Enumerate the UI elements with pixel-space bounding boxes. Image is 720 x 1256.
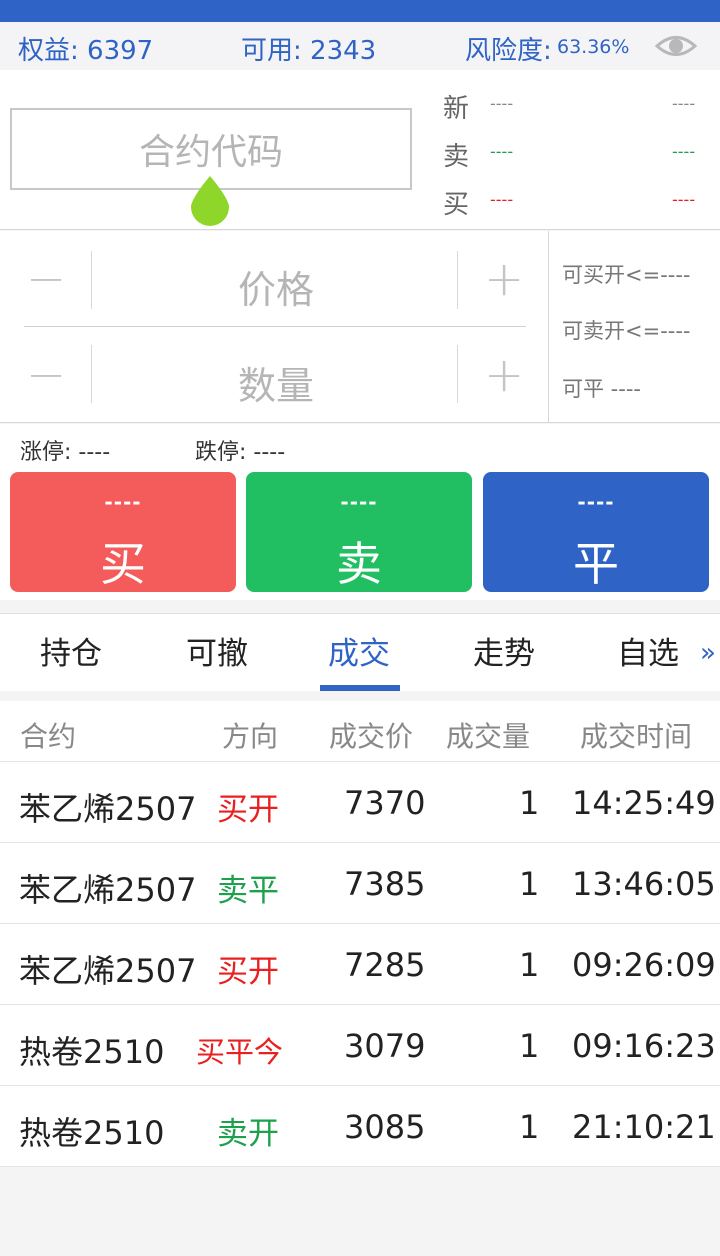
header-contract: 合约 [20,720,77,753]
sell-button[interactable]: ---- 卖 [246,472,472,592]
equity-text: 权益: 6397 [18,36,154,66]
quote-bid-right: ---- [672,190,696,209]
qty-minus-button[interactable]: − [26,351,66,399]
cell-qty: 1 [519,946,540,984]
divider [457,251,458,309]
can-close-text: 可平 ---- [562,377,641,401]
cell-time: 21:10:21 [572,1108,716,1146]
tab-positions[interactable]: 持仓 [40,628,102,673]
quote-label-bid: 买 [443,190,470,220]
cell-price: 7370 [344,784,426,822]
quote-panel: 合约代码 新 ---- ---- 卖 ---- ---- 买 ---- ---- [0,70,720,230]
cell-contract: 苯乙烯2507 [19,871,197,909]
tab-watchlist[interactable]: 自选 [617,628,679,673]
tab-trades[interactable]: 成交 [328,628,390,673]
top-bar [0,0,720,22]
cell-qty: 1 [519,1027,540,1065]
divider [91,345,92,403]
eye-icon[interactable] [654,28,698,64]
trades-table: 合约 方向 成交价 成交量 成交时间 苯乙烯2507 买开 7370 1 14:… [0,701,720,1167]
close-price: ---- [577,490,615,514]
quote-label-last: 新 [443,94,470,124]
divider [24,326,526,327]
header-qty: 成交量 [446,720,531,753]
available-volume-panel: 可买开<=---- 可卖开<=---- 可平 ---- [550,231,720,423]
table-row[interactable]: 热卷2510 买平今 3079 1 09:16:23 [0,1005,720,1086]
price-limits: 涨停: ---- 跌停: ---- [0,424,720,466]
table-row[interactable]: 苯乙烯2507 买开 7370 1 14:25:49 [0,762,720,843]
cell-direction: 买开 [217,792,279,828]
cell-contract: 热卷2510 [19,1033,165,1071]
cell-contract: 热卷2510 [19,1114,165,1152]
buy-price: ---- [104,490,142,514]
cell-contract: 苯乙烯2507 [19,790,197,828]
header-time: 成交时间 [580,720,693,753]
table-row[interactable]: 苯乙烯2507 买开 7285 1 09:26:09 [0,924,720,1005]
table-row[interactable]: 苯乙烯2507 卖平 7385 1 13:46:05 [0,843,720,924]
limit-down-text: 跌停: ---- [195,440,286,465]
sell-label: 卖 [336,537,382,591]
drag-handle-icon[interactable] [189,174,231,226]
cell-time: 09:26:09 [572,946,716,984]
available-text: 可用: 2343 [241,36,377,66]
price-plus-button[interactable]: + [484,255,524,303]
cell-direction: 买开 [217,954,279,990]
price-qty-panel: − 价格 + − 数量 + [0,231,549,423]
sell-price: ---- [340,490,378,514]
cell-contract: 苯乙烯2507 [19,952,197,990]
quote-ask-right: ---- [672,142,696,161]
risk-value: 63.36% [557,36,630,58]
more-tabs-icon[interactable]: » [700,638,716,668]
cell-direction: 买平今 [196,1035,284,1069]
cell-time: 14:25:49 [572,784,716,822]
qty-plus-button[interactable]: + [484,351,524,399]
cell-time: 13:46:05 [572,865,716,903]
tab-cancellable[interactable]: 可撤 [186,628,248,673]
quote-ask-left: ---- [490,142,514,161]
qty-input[interactable]: 数量 [238,355,314,410]
table-header: 合约 方向 成交价 成交量 成交时间 [0,701,720,762]
table-row[interactable]: 热卷2510 卖开 3085 1 21:10:21 [0,1086,720,1167]
header-price: 成交价 [329,720,414,753]
close-position-button[interactable]: ---- 平 [483,472,709,592]
active-tab-indicator [320,685,400,691]
buy-button[interactable]: ---- 买 [10,472,236,592]
tab-trend[interactable]: 走势 [473,628,535,673]
limit-up-text: 涨停: ---- [20,440,111,465]
order-entry: − 价格 + − 数量 + 可买开<=---- 可卖开<=---- 可平 ---… [0,231,720,423]
quote-label-ask: 卖 [443,142,470,172]
cell-price: 3085 [344,1108,426,1146]
cell-qty: 1 [519,784,540,822]
quote-last-left: ---- [490,94,514,113]
cell-qty: 1 [519,865,540,903]
account-summary: 权益: 6397 可用: 2343 风险度: 63.36% [0,22,720,70]
cell-price: 7385 [344,865,426,903]
quote-bid-left: ---- [490,190,514,209]
tab-bar: 持仓 可撤 成交 走势 自选 » [0,613,720,691]
cell-price: 7285 [344,946,426,984]
cell-price: 3079 [344,1027,426,1065]
header-direction: 方向 [222,720,279,753]
can-sell-open-text: 可卖开<=---- [562,319,691,343]
price-input[interactable]: 价格 [238,259,314,314]
can-buy-open-text: 可买开<=---- [562,263,691,287]
buy-label: 买 [100,537,146,591]
divider [457,345,458,403]
cell-qty: 1 [519,1108,540,1146]
divider [91,251,92,309]
quote-last-right: ---- [672,94,696,113]
cell-direction: 卖开 [217,1116,279,1152]
cell-time: 09:16:23 [572,1027,716,1065]
close-label: 平 [573,537,619,591]
risk-label: 风险度: [465,36,552,66]
action-buttons: ---- 买 ---- 卖 ---- 平 [0,466,720,600]
price-minus-button[interactable]: − [26,255,66,303]
cell-direction: 卖平 [217,873,279,909]
